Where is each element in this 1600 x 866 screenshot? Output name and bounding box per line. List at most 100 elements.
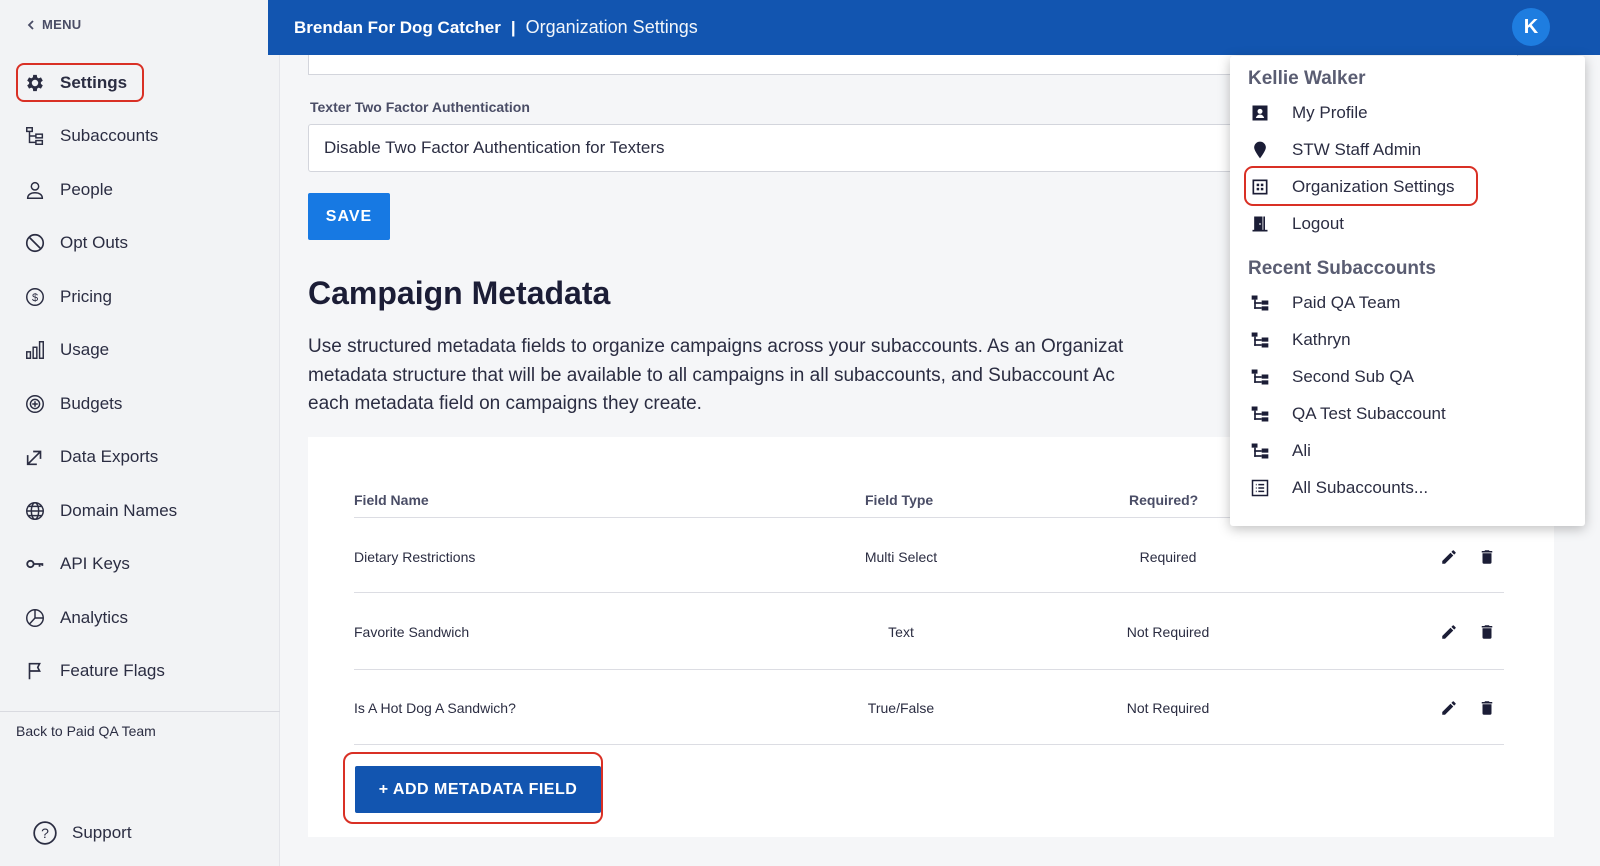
trash-icon[interactable] [1478, 699, 1496, 717]
organization-name: Brendan For Dog Catcher [294, 17, 501, 37]
menu-item-label: QA Test Subaccount [1292, 404, 1446, 423]
row-divider [354, 592, 1504, 593]
save-button[interactable]: SAVE [308, 193, 390, 240]
column-header-field-type: Field Type [865, 492, 934, 508]
back-to-subaccount-link[interactable]: Back to Paid QA Team [16, 723, 156, 739]
section-description: Use structured metadata fields to organi… [308, 333, 1228, 419]
sidebar-item-api-keys[interactable]: API Keys [24, 546, 130, 582]
menu-back-button[interactable]: MENU [26, 17, 81, 32]
sidebar-item-label: Settings [60, 73, 128, 92]
trash-icon[interactable] [1478, 623, 1496, 641]
sidebar-item-label: Feature Flags [60, 661, 165, 680]
help-circle-icon: ? [33, 821, 57, 845]
menu-item-label: Logout [1292, 214, 1344, 233]
gear-icon [27, 74, 43, 92]
user-avatar[interactable]: K [1512, 8, 1550, 46]
edit-pencil-icon[interactable] [1440, 548, 1458, 566]
profile-card-icon [1252, 105, 1268, 121]
dollar-circle-icon: $ [26, 288, 44, 306]
prohibited-icon [25, 233, 45, 253]
description-line: Use structured metadata fields to organi… [308, 336, 1124, 357]
menu-item-organization-settings[interactable]: Organization Settings [1250, 172, 1455, 202]
column-header-field-name: Field Name [354, 492, 429, 508]
menu-item-logout[interactable]: Logout [1250, 209, 1344, 239]
sidebar-item-domain-names[interactable]: Domain Names [24, 493, 177, 529]
person-icon [26, 181, 44, 199]
description-line: each metadata field on campaigns they cr… [308, 393, 702, 414]
trash-icon[interactable] [1478, 548, 1496, 566]
hierarchy-icon [1251, 295, 1269, 311]
sidebar-item-budgets[interactable]: Budgets [24, 386, 122, 422]
sidebar-item-label: Usage [60, 340, 110, 359]
hierarchy-icon [1251, 332, 1269, 348]
menu-item-label: All Subaccounts... [1292, 478, 1429, 497]
recent-subaccount-item[interactable]: QA Test Subaccount [1250, 399, 1446, 429]
menu-item-my-profile[interactable]: My Profile [1250, 98, 1368, 128]
globe-icon [26, 502, 44, 520]
sidebar-item-label: People [60, 180, 113, 199]
sidebar-item-label: Subaccounts [60, 126, 159, 145]
user-name: Kellie Walker [1248, 68, 1366, 89]
cell-required: Not Required [1126, 624, 1210, 640]
cell-field-type: True/False [867, 700, 935, 716]
sidebar-item-data-exports[interactable]: Data Exports [24, 439, 158, 475]
title-separator: | [510, 17, 516, 37]
support-button[interactable]: ? Support [32, 820, 132, 846]
sidebar-item-analytics[interactable]: Analytics [24, 600, 128, 636]
edit-pencil-icon[interactable] [1440, 699, 1458, 717]
menu-back-label: MENU [42, 17, 82, 32]
add-metadata-field-button[interactable]: + ADD METADATA FIELD [355, 766, 601, 813]
chevron-left-icon [27, 19, 34, 30]
cell-required: Required [1139, 549, 1197, 565]
user-menu-dropdown: Kellie Walker My Profile STW Staff Admin… [1230, 56, 1585, 526]
menu-item-label: My Profile [1292, 103, 1368, 122]
hierarchy-icon [1251, 443, 1269, 459]
bar-chart-icon [26, 341, 44, 359]
cell-field-name: Dietary Restrictions [354, 549, 476, 565]
sidebar-item-people[interactable]: People [24, 172, 113, 208]
cell-field-type: Multi Select [864, 549, 938, 565]
menu-item-label: STW Staff Admin [1292, 140, 1422, 159]
sidebar-item-label: API Keys [60, 554, 130, 573]
sidebar-item-label: Opt Outs [60, 233, 129, 252]
door-icon [1252, 216, 1268, 232]
cell-field-name: Is A Hot Dog A Sandwich? [354, 700, 516, 716]
plus-circle-icon [26, 395, 44, 413]
sidebar-item-subaccounts[interactable]: Subaccounts [24, 118, 158, 154]
hierarchy-icon [1251, 406, 1269, 422]
export-arrow-icon [26, 450, 42, 466]
menu-item-label: Kathryn [1292, 330, 1351, 349]
svg-text:?: ? [41, 825, 49, 841]
sidebar-item-settings[interactable]: Settings [24, 65, 127, 101]
svg-text:$: $ [32, 292, 38, 304]
column-header-required: Required? [1129, 492, 1199, 508]
description-line: metadata structure that will be availabl… [308, 364, 1115, 386]
cell-field-name: Favorite Sandwich [354, 624, 470, 640]
recent-subaccount-item[interactable]: Ali [1250, 436, 1311, 466]
sidebar-item-feature-flags[interactable]: Feature Flags [24, 653, 165, 689]
recent-subaccount-item[interactable]: Second Sub QA [1250, 362, 1414, 392]
sidebar-item-usage[interactable]: Usage [24, 332, 109, 368]
top-header: Brendan For Dog Catcher | Organization S… [268, 0, 1600, 55]
support-label: Support [72, 823, 132, 842]
menu-item-staff-admin[interactable]: STW Staff Admin [1250, 135, 1421, 165]
sidebar-item-pricing[interactable]: $ Pricing [24, 279, 112, 315]
two-factor-label: Texter Two Factor Authentication [310, 99, 530, 115]
list-icon [1251, 479, 1269, 497]
key-icon [26, 559, 44, 569]
hierarchy-icon [1251, 369, 1269, 385]
recent-subaccount-item[interactable]: Kathryn [1250, 325, 1351, 355]
flag-icon [28, 662, 41, 680]
sidebar: MENU Settings Subaccounts People Opt Out… [0, 0, 280, 866]
edit-pencil-icon[interactable] [1440, 623, 1458, 641]
sidebar-item-label: Data Exports [60, 447, 159, 466]
row-divider [354, 744, 1504, 745]
recent-subaccount-item[interactable]: Paid QA Team [1250, 288, 1400, 318]
menu-item-label: Organization Settings [1292, 177, 1455, 196]
page-title: Organization Settings [525, 17, 698, 37]
hierarchy-icon [26, 127, 44, 145]
sidebar-item-label: Domain Names [60, 501, 178, 520]
sidebar-item-opt-outs[interactable]: Opt Outs [24, 225, 128, 261]
menu-item-label: Second Sub QA [1292, 367, 1414, 386]
all-subaccounts-item[interactable]: All Subaccounts... [1250, 473, 1428, 503]
